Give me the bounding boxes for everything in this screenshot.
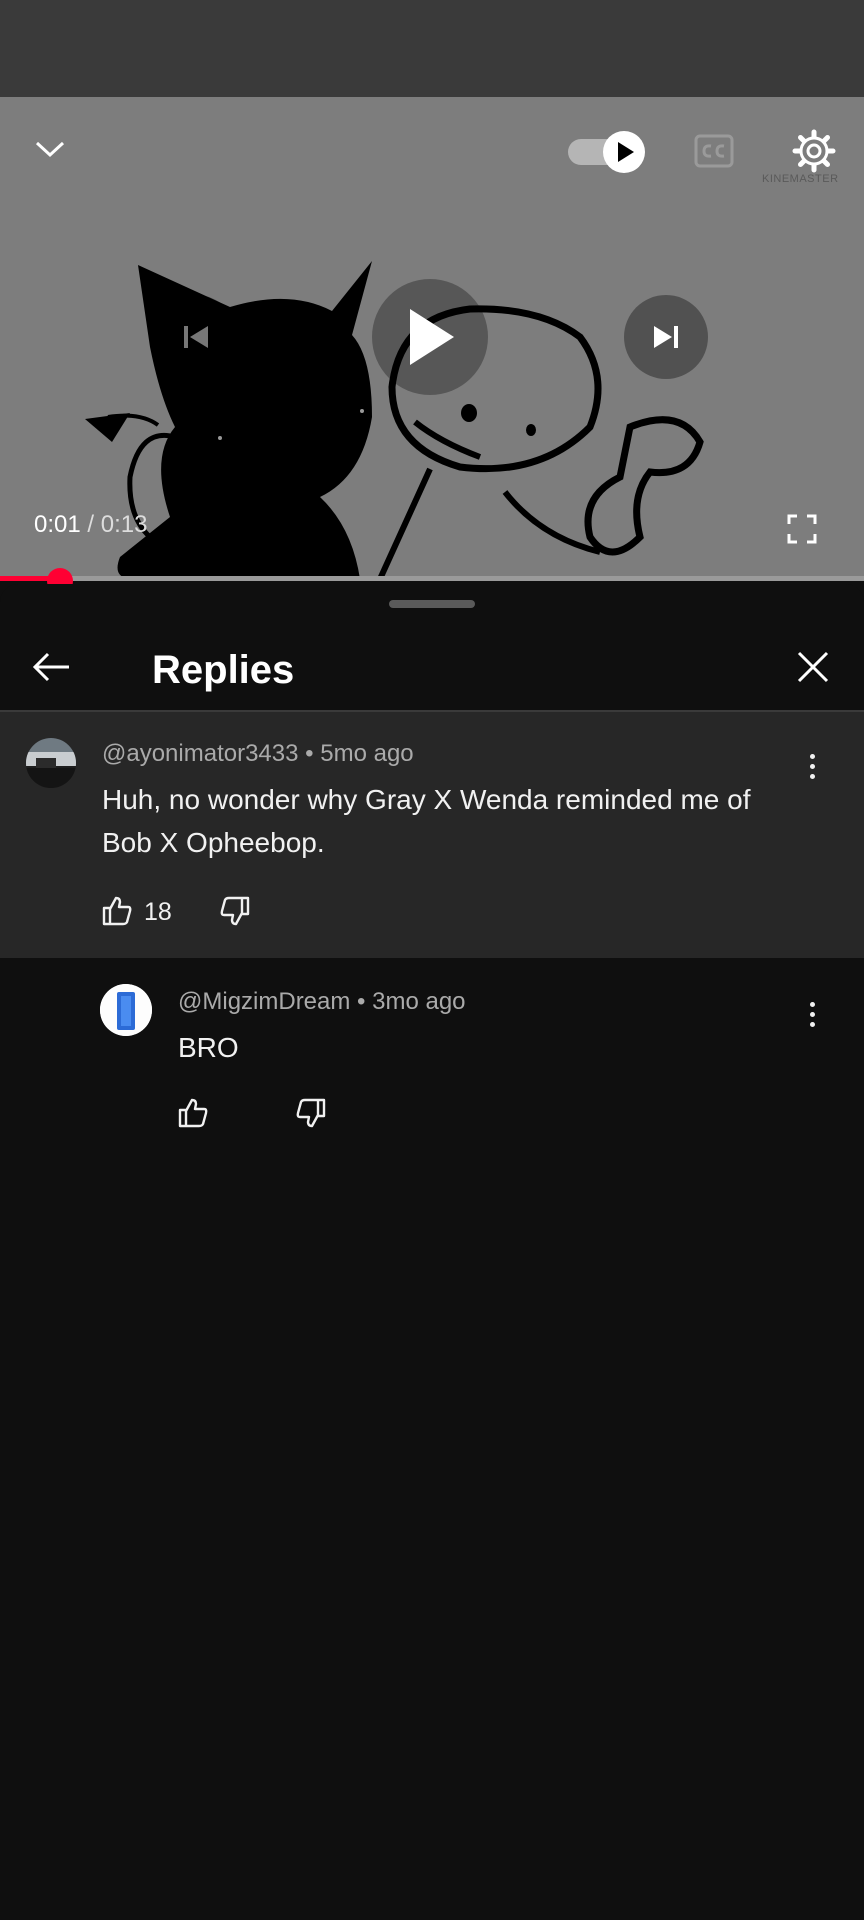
- thumbs-down-icon[interactable]: [218, 894, 252, 928]
- reply-meta: @MigzimDream • 3mo ago: [178, 988, 466, 1016]
- more-options-icon[interactable]: [800, 746, 824, 786]
- reply-age: 3mo ago: [372, 988, 466, 1015]
- comment-author[interactable]: @ayonimator3433: [102, 740, 298, 767]
- minimize-icon[interactable]: [28, 127, 72, 171]
- comment-age: 5mo ago: [320, 740, 414, 767]
- avatar[interactable]: [26, 738, 76, 788]
- comment-meta: @ayonimator3433 • 5mo ago: [102, 740, 414, 768]
- captions-icon[interactable]: [692, 131, 736, 171]
- replies-header: Replies: [0, 614, 864, 710]
- thumbs-down-icon[interactable]: [294, 1096, 328, 1130]
- next-button[interactable]: [624, 295, 708, 379]
- play-button[interactable]: [372, 279, 488, 395]
- autoplay-toggle[interactable]: [566, 127, 646, 175]
- drag-handle[interactable]: [389, 600, 475, 608]
- close-icon[interactable]: [790, 644, 836, 690]
- comment-text: Huh, no wonder why Gray X Wenda reminded…: [102, 784, 751, 858]
- parent-comment: @ayonimator3433 • 5mo ago Huh, no wonder…: [0, 712, 864, 958]
- reply-text: BRO: [178, 1032, 239, 1063]
- video-player[interactable]: KINEMASTER 0:01 / 0:13: [0, 97, 864, 579]
- meta-dot: •: [305, 740, 321, 767]
- duration: 0:13: [100, 511, 148, 538]
- reply-author[interactable]: @MigzimDream: [178, 988, 350, 1015]
- fullscreen-icon[interactable]: [780, 507, 824, 551]
- meta-dot: •: [357, 988, 373, 1015]
- status-bar: [0, 0, 864, 97]
- progress-bar[interactable]: [0, 576, 864, 581]
- time-separator: /: [87, 511, 95, 538]
- settings-gear-icon[interactable]: [790, 127, 838, 175]
- thumbs-up-icon[interactable]: [176, 1096, 210, 1130]
- current-time: 0:01: [34, 511, 81, 538]
- thumbs-up-icon[interactable]: [100, 894, 134, 928]
- replies-panel: Replies @ayonimator3433 • 5mo ago Huh, n…: [0, 584, 864, 1920]
- back-arrow-icon[interactable]: [28, 644, 74, 690]
- previous-button[interactable]: [154, 295, 238, 379]
- like-count: 18: [144, 898, 172, 926]
- watermark: KINEMASTER: [762, 173, 839, 185]
- page-title: Replies: [152, 648, 295, 692]
- time-display: 0:01 / 0:13: [34, 511, 147, 539]
- more-options-icon[interactable]: [800, 994, 824, 1034]
- avatar[interactable]: [100, 984, 152, 1036]
